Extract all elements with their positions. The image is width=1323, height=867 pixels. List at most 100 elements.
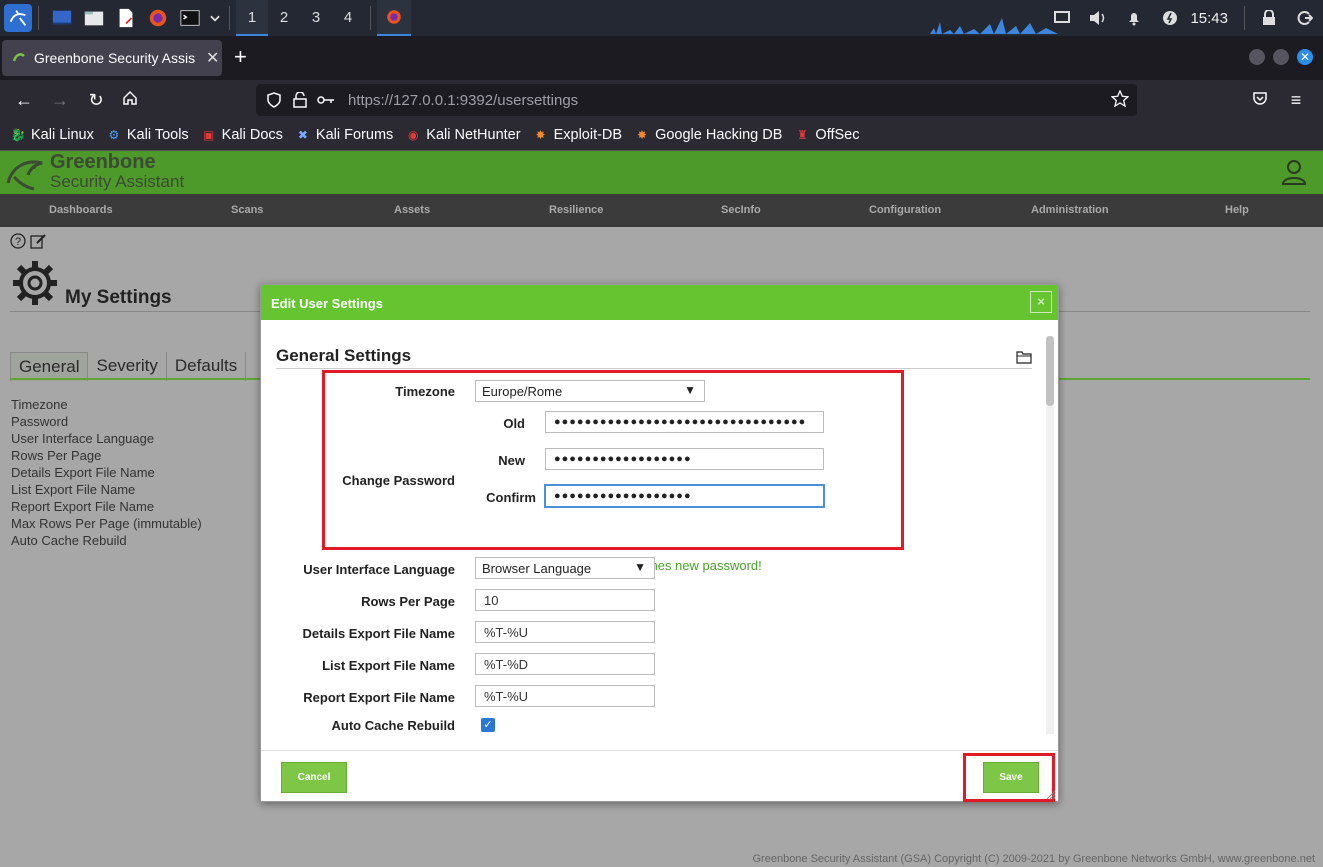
- svg-text:?: ?: [15, 236, 21, 248]
- dialog-scrollbar[interactable]: [1046, 336, 1054, 734]
- power-icon[interactable]: [1152, 0, 1188, 36]
- dialog-close-icon[interactable]: ×: [1030, 291, 1052, 313]
- bell-icon[interactable]: [1116, 0, 1152, 36]
- settings-list: Timezone Password User Interface Languag…: [11, 396, 202, 549]
- kali-dragon-icon: 🐉: [10, 128, 26, 142]
- settings-gear-icon: [10, 258, 60, 313]
- screen-icon[interactable]: [1044, 0, 1080, 36]
- firefox-task-button[interactable]: [377, 0, 411, 36]
- bookmark-google-hacking-db[interactable]: ✸ Google Hacking DB: [634, 127, 782, 143]
- gsa-header: Greenbone Security Assistant: [0, 150, 1323, 194]
- bookmark-offsec[interactable]: ♜ OffSec: [794, 127, 859, 143]
- resize-grip-icon[interactable]: [1046, 790, 1056, 800]
- menu-assets[interactable]: Assets: [394, 204, 430, 216]
- list-item: Timezone: [11, 397, 68, 412]
- workspace-2[interactable]: 2: [268, 0, 300, 36]
- user-icon[interactable]: [1281, 159, 1307, 190]
- text-editor-icon[interactable]: [111, 3, 141, 33]
- auto-cache-label: Auto Cache Rebuild: [331, 718, 455, 733]
- menu-help[interactable]: Help: [1225, 204, 1249, 216]
- lock-icon[interactable]: [1251, 0, 1287, 36]
- dialog-header: Edit User Settings ×: [261, 285, 1058, 320]
- minimize-window-button[interactable]: [1249, 49, 1265, 65]
- greenbone-favicon-icon: [12, 53, 25, 62]
- help-icon[interactable]: ?: [10, 233, 26, 254]
- terminal-icon[interactable]: [175, 3, 205, 33]
- home-icon[interactable]: [118, 88, 142, 112]
- shield-icon[interactable]: [264, 90, 284, 110]
- list-export-input[interactable]: %T-%D: [475, 653, 655, 675]
- menu-administration[interactable]: Administration: [1031, 204, 1109, 216]
- new-tab-icon[interactable]: +: [234, 46, 247, 68]
- auto-cache-checkbox[interactable]: ✓: [481, 718, 495, 732]
- dropdown-arrow-icon: ▼: [634, 560, 646, 574]
- key-icon[interactable]: [316, 90, 336, 110]
- dialog-footer: Cancel Save: [261, 750, 1058, 802]
- folder-icon[interactable]: [1016, 350, 1032, 369]
- save-highlight-box: [963, 753, 1055, 802]
- kali-docs-icon: ▣: [203, 128, 215, 142]
- bookmark-kali-nethunter[interactable]: ◉ Kali NetHunter: [405, 127, 521, 143]
- hamburger-menu-icon[interactable]: ≡: [1284, 88, 1308, 112]
- browser-tab[interactable]: Greenbone Security Assis ✕: [2, 40, 222, 76]
- logout-icon[interactable]: [1287, 0, 1323, 36]
- back-icon[interactable]: ←: [12, 88, 36, 112]
- bookmarks-toolbar: 🐉 Kali Linux ⚙ Kali Tools ▣ Kali Docs ✖ Kali…: [0, 120, 1323, 150]
- list-item: List Export File Name: [11, 482, 136, 497]
- close-tab-icon[interactable]: ✕: [206, 48, 219, 68]
- pocket-icon[interactable]: [1248, 88, 1272, 112]
- settings-tabs: General Severity Defaults: [10, 352, 247, 381]
- gsa-logo-text: Greenbone Security Assistant: [50, 151, 185, 191]
- tab-severity[interactable]: Severity: [88, 352, 167, 381]
- workspace-4[interactable]: 4: [332, 0, 364, 36]
- details-export-label: Details Export File Name: [302, 626, 455, 641]
- file-manager-icon[interactable]: [79, 3, 109, 33]
- menu-resilience[interactable]: Resilience: [549, 204, 603, 216]
- reload-icon[interactable]: ↻: [84, 88, 108, 112]
- browser-tab-title: Greenbone Security Assis: [34, 50, 196, 66]
- exploit-db-icon: ✸: [535, 128, 546, 142]
- cancel-button[interactable]: Cancel: [281, 762, 347, 793]
- chevron-down-icon[interactable]: [207, 3, 223, 33]
- edit-user-settings-dialog: Edit User Settings × General Settings Ti…: [260, 284, 1059, 802]
- menu-configuration[interactable]: Configuration: [869, 204, 941, 216]
- tab-general[interactable]: General: [10, 352, 89, 381]
- report-export-input[interactable]: %T-%U: [475, 685, 655, 707]
- bookmark-kali-linux[interactable]: 🐉 Kali Linux: [10, 127, 94, 143]
- tab-defaults[interactable]: Defaults: [167, 352, 247, 381]
- workspace-1[interactable]: 1: [236, 0, 268, 36]
- firefox-icon[interactable]: [143, 3, 173, 33]
- edit-icon[interactable]: [30, 233, 46, 254]
- workspace-3[interactable]: 3: [300, 0, 332, 36]
- address-bar[interactable]: https://127.0.0.1:9392/usersettings: [256, 84, 1137, 116]
- kali-menu-icon[interactable]: [4, 4, 32, 32]
- details-export-input[interactable]: %T-%U: [475, 621, 655, 643]
- bookmark-kali-forums[interactable]: ✖ Kali Forums: [295, 127, 393, 143]
- list-item: User Interface Language: [11, 431, 155, 446]
- lock-warning-icon[interactable]: [290, 90, 310, 110]
- rows-per-page-input[interactable]: 10: [475, 589, 655, 611]
- ghdb-icon: ✸: [637, 128, 648, 142]
- browser-navbar: ← → ↻ https://127.0.0.1:9392/usersetting…: [0, 80, 1323, 120]
- report-export-label: Report Export File Name: [303, 690, 455, 705]
- clock: 15:43: [1190, 9, 1228, 27]
- cpu-graph-icon: [930, 18, 1058, 34]
- menu-secinfo[interactable]: SecInfo: [721, 204, 761, 216]
- bookmark-star-icon[interactable]: [1110, 89, 1130, 112]
- ui-language-select[interactable]: Browser Language ▼: [475, 557, 655, 579]
- forward-icon[interactable]: →: [48, 88, 72, 112]
- bookmark-exploit-db[interactable]: ✸ Exploit-DB: [533, 127, 623, 143]
- bookmark-kali-docs[interactable]: ▣ Kali Docs: [201, 127, 283, 143]
- menu-dashboards[interactable]: Dashboards: [49, 204, 113, 216]
- list-item: Rows Per Page: [11, 448, 102, 463]
- ui-language-label: User Interface Language: [303, 562, 455, 577]
- list-item: Password: [11, 414, 69, 429]
- close-window-button[interactable]: ✕: [1297, 49, 1313, 65]
- dialog-title: Edit User Settings: [271, 296, 383, 311]
- volume-icon[interactable]: [1080, 0, 1116, 36]
- menu-scans[interactable]: Scans: [231, 204, 263, 216]
- page-toolbar: ?: [10, 233, 46, 254]
- bookmark-kali-tools[interactable]: ⚙ Kali Tools: [106, 127, 188, 143]
- desktop-icon[interactable]: [47, 3, 77, 33]
- maximize-window-button[interactable]: [1273, 49, 1289, 65]
